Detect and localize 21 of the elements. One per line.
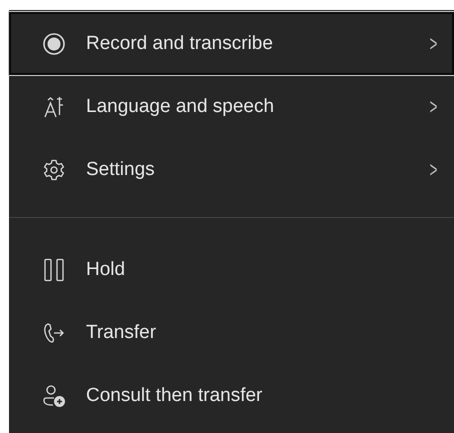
menu-item-label: Record and transcribe xyxy=(86,32,274,54)
settings-icon xyxy=(42,158,66,182)
chevron-icon: > xyxy=(430,94,438,120)
menu-item[interactable]: Transfer xyxy=(9,301,454,364)
phone-arrow-icon xyxy=(42,320,66,344)
menu-item-label: Language and speech xyxy=(86,96,276,118)
menu-item[interactable]: Consult then transfer xyxy=(9,364,454,427)
menu-item[interactable]: Record and transcribe > xyxy=(9,12,454,75)
menu-item-label: Consult then transfer xyxy=(86,384,264,406)
pause-icon xyxy=(42,258,66,282)
chevron-icon: > xyxy=(430,30,438,56)
menu-item-label: Transfer xyxy=(86,322,158,344)
menu-item[interactable]: Language and speech > xyxy=(9,75,454,138)
person-add-icon xyxy=(42,384,66,408)
language-icon xyxy=(42,94,66,118)
menu-item-label: Settings xyxy=(86,158,156,180)
menu-item[interactable]: Settings > xyxy=(9,138,454,201)
menu-item-label: Hold xyxy=(86,258,126,280)
menu-item[interactable]: Hold xyxy=(9,238,454,301)
chevron-icon: > xyxy=(430,156,438,182)
record-icon xyxy=(42,32,66,56)
